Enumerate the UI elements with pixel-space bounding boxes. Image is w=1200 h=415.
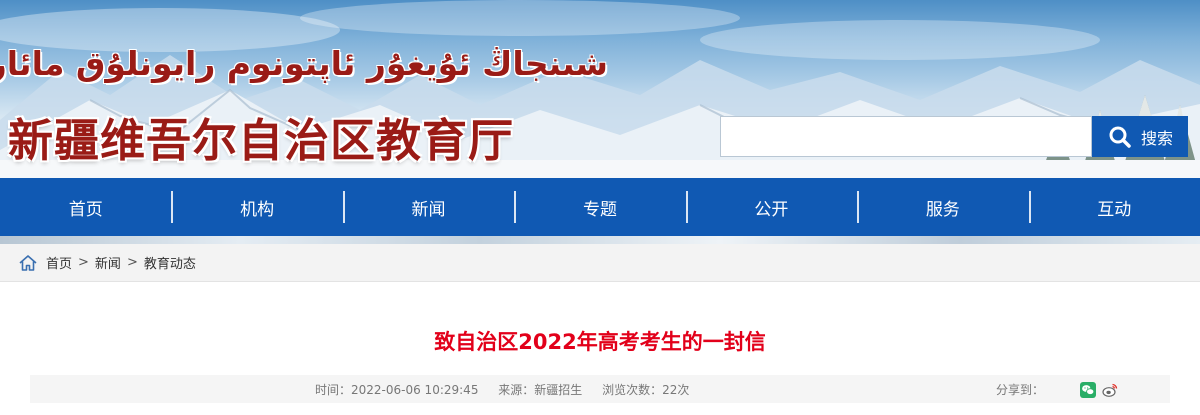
breadcrumb-separator: > [78,255,89,270]
breadcrumb-separator: > [126,255,138,270]
view-count: 浏览次数：22次 [602,383,690,397]
publish-time: 时间：2022-06-06 10:29:45 [315,383,479,397]
nav-item-organization[interactable]: 机构 [171,178,342,236]
article-meta-bar: 时间：2022-06-06 10:29:45 来源：新疆招生 浏览次数：22次 … [30,375,1170,403]
main-nav: 首页 机构 新闻 专题 公开 服务 互动 [0,178,1200,236]
site-name-uyghur: شىنجاڭ ئۇيغۇر ئاپتونوم رايونلۇق مائارىپ … [0,44,608,83]
search-button[interactable]: 搜索 [1092,116,1188,157]
nav-item-interaction[interactable]: 互动 [1028,178,1200,236]
breadcrumb: 首页 > 新闻 > 教育动态 [0,244,1200,282]
site-name-chinese: 新疆维吾尔自治区教育厅 [8,114,515,167]
share-label: 分享到： [996,383,1045,397]
search-icon [1107,124,1133,150]
wechat-icon[interactable] [1080,381,1097,398]
search-input[interactable] [720,116,1092,157]
article-title: 致自治区2022年高考考生的一封信 [434,330,766,354]
article-source: 来源：新疆招生 [498,383,583,397]
header-banner: شىنجاڭ ئۇيغۇر ئاپتونوم رايونلۇق مائارىپ … [0,0,1200,178]
breadcrumb-news[interactable]: 新闻 [95,253,121,272]
weibo-icon[interactable] [1102,382,1118,398]
home-icon[interactable] [18,253,38,273]
breadcrumb-education-news[interactable]: 教育动态 [144,253,196,272]
nav-item-public-info[interactable]: 公开 [685,178,857,236]
article-meta: 时间：2022-06-06 10:29:45 来源：新疆招生 浏览次数：22次 [315,381,689,398]
nav-item-services[interactable]: 服务 [857,178,1028,236]
breadcrumb-home[interactable]: 首页 [46,253,72,272]
banner-strip [0,236,1200,244]
nav-item-topics[interactable]: 专题 [514,178,685,236]
nav-item-home[interactable]: 首页 [0,178,171,236]
search-button-label: 搜索 [1140,128,1173,148]
nav-item-news[interactable]: 新闻 [342,178,514,236]
share-section: 分享到： [996,381,1124,398]
